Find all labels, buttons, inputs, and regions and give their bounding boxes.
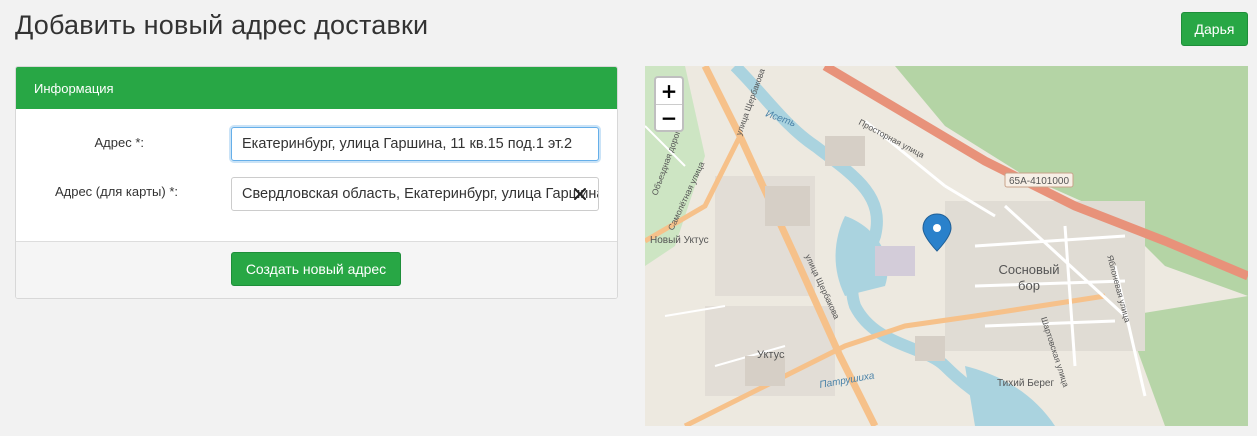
map[interactable]: 65А-4101000 Новый Уктус Уктус Сосновый б… xyxy=(645,66,1248,426)
page-title: Добавить новый адрес доставки xyxy=(15,10,429,40)
map-address-value: Свердловская область, Екатеринбург, улиц… xyxy=(242,186,599,202)
user-menu-button[interactable]: Дарья xyxy=(1181,12,1248,46)
address-input[interactable]: Екатеринбург, улица Гаршина, 11 кв.15 по… xyxy=(231,127,599,161)
label-sosnovy: Сосновый xyxy=(998,262,1059,277)
clear-icon[interactable] xyxy=(572,186,588,202)
zoom-out-button[interactable]: − xyxy=(656,105,682,131)
zoom-control: + − xyxy=(654,76,684,132)
road-number-label: 65А-4101000 xyxy=(1009,176,1069,187)
panel-heading: Информация xyxy=(16,67,617,109)
zoom-in-button[interactable]: + xyxy=(656,78,682,105)
panel-footer: Создать новый адрес xyxy=(16,241,617,298)
map-address-label: Адрес (для карты) *: xyxy=(54,184,178,199)
label-new-uktus: Новый Уктус xyxy=(650,235,709,246)
map-tiles: 65А-4101000 Новый Уктус Уктус Сосновый б… xyxy=(645,66,1248,426)
label-uktus: Уктус xyxy=(757,349,785,361)
address-label: Адрес *: xyxy=(94,135,145,150)
label-tikhy-bereg: Тихий Берег xyxy=(997,378,1054,389)
map-address-input[interactable]: Свердловская область, Екатеринбург, улиц… xyxy=(231,177,599,211)
create-address-button[interactable]: Создать новый адрес xyxy=(231,252,401,286)
info-panel: Информация Адрес *: Екатеринбург, улица … xyxy=(15,66,618,299)
label-bor: бор xyxy=(1018,278,1040,293)
